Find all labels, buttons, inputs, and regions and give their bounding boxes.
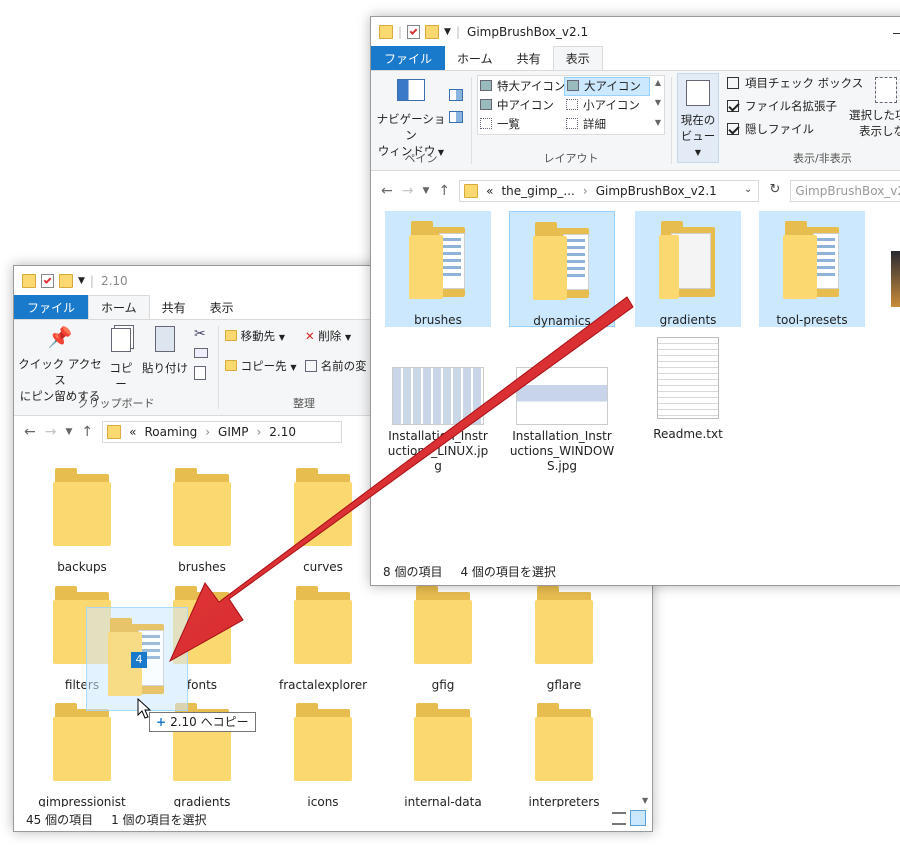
drag-direction-arrow — [168, 296, 634, 663]
arrow-shape — [168, 296, 634, 663]
